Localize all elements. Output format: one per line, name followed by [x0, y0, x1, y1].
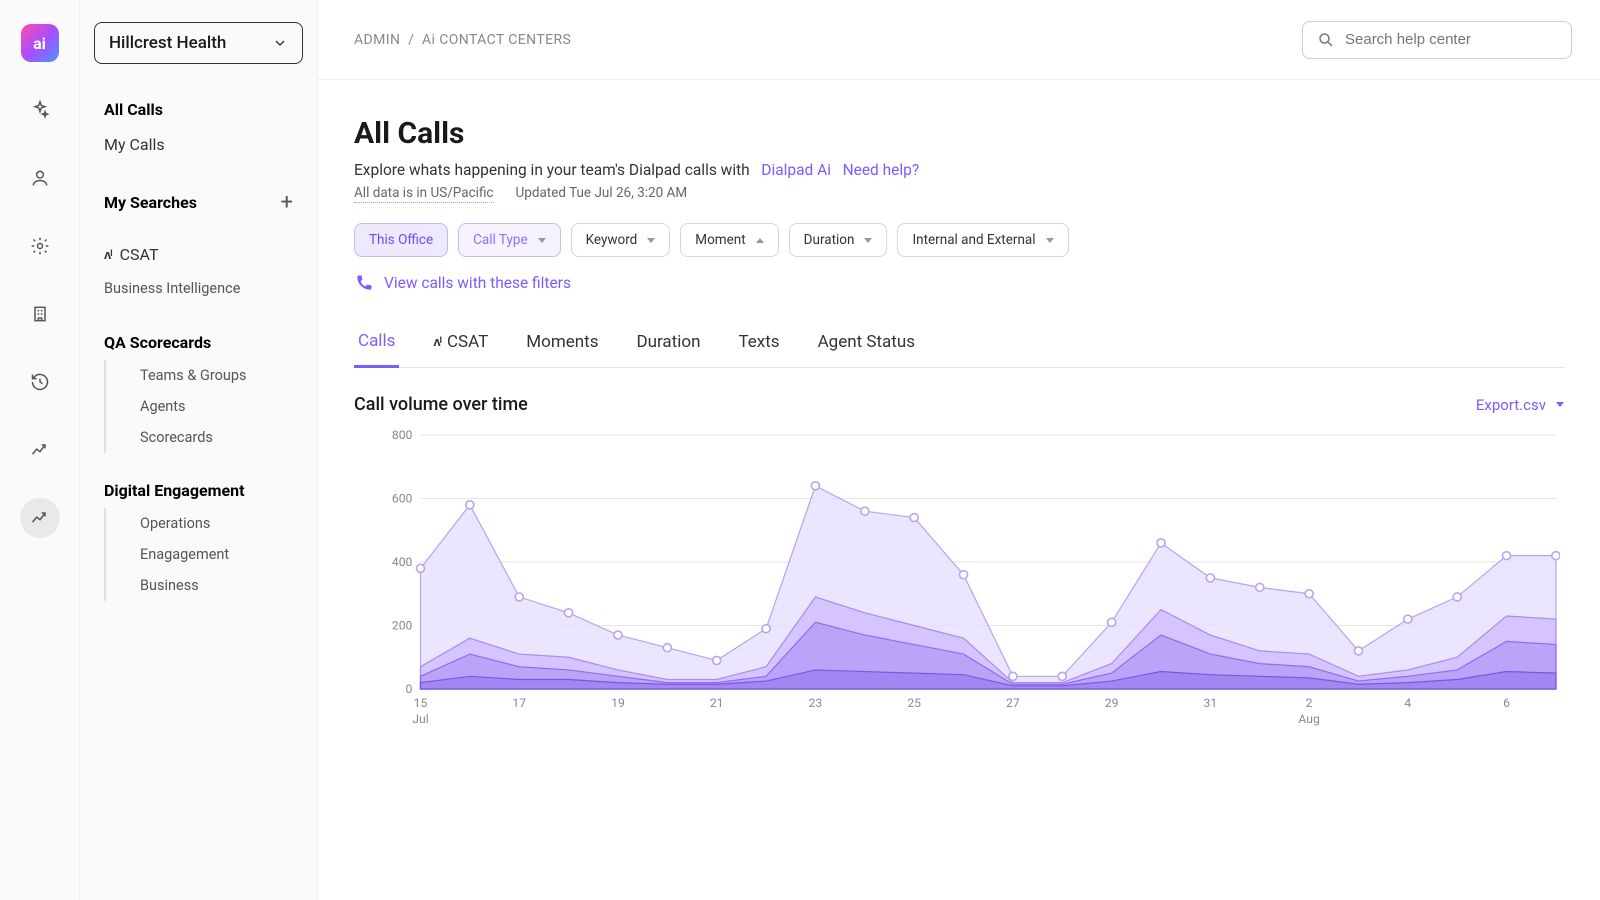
- svg-text:Jul: Jul: [412, 712, 428, 726]
- sidebar-all-calls[interactable]: All Calls: [80, 92, 317, 127]
- building-icon[interactable]: [20, 294, 60, 334]
- svg-text:Aug: Aug: [1298, 712, 1319, 726]
- page-subtitle: Explore whats happening in your team's D…: [354, 161, 1564, 179]
- sidebar: Hillcrest Health All Calls My Calls My S…: [80, 0, 318, 900]
- breadcrumb: ADMIN / Ai CONTACT CENTERS: [354, 32, 571, 48]
- sidebar-qa-agents[interactable]: Agents: [104, 391, 317, 422]
- sidebar-my-calls[interactable]: My Calls: [80, 127, 317, 162]
- svg-text:17: 17: [512, 696, 526, 710]
- updated-label: Updated Tue Jul 26, 3:20 AM: [516, 185, 688, 203]
- filter-office[interactable]: This Office: [354, 223, 448, 257]
- svg-text:2: 2: [1306, 696, 1313, 710]
- svg-text:21: 21: [710, 696, 724, 710]
- trend-icon[interactable]: [20, 430, 60, 470]
- org-name: Hillcrest Health: [109, 33, 226, 53]
- caret-down-icon: [1046, 238, 1054, 243]
- svg-text:6: 6: [1503, 696, 1510, 710]
- timezone-label[interactable]: All data is in US/Pacific: [354, 185, 494, 203]
- user-icon[interactable]: [20, 158, 60, 198]
- tab-duration[interactable]: Duration: [632, 321, 704, 367]
- filter-scope[interactable]: Internal and External: [897, 223, 1068, 257]
- filter-duration[interactable]: Duration: [789, 223, 888, 257]
- search-box[interactable]: [1302, 21, 1572, 59]
- caret-down-icon: [864, 238, 872, 243]
- sidebar-bi[interactable]: Business Intelligence: [80, 272, 317, 305]
- breadcrumb-admin[interactable]: ADMIN: [354, 32, 400, 48]
- sidebar-de-biz[interactable]: Business: [104, 570, 317, 601]
- sidebar-qa-teams[interactable]: Teams & Groups: [104, 360, 317, 391]
- caret-up-icon: [756, 238, 764, 243]
- sidebar-my-searches[interactable]: My Searches +: [80, 182, 317, 223]
- sidebar-de-header: Digital Engagement: [80, 473, 317, 508]
- svg-text:15: 15: [414, 696, 428, 710]
- svg-text:31: 31: [1204, 696, 1218, 710]
- svg-text:400: 400: [392, 555, 413, 569]
- chevron-down-icon: [272, 35, 288, 51]
- analytics-icon[interactable]: [20, 498, 60, 538]
- filter-moment[interactable]: Moment: [680, 223, 778, 257]
- caret-down-icon: [647, 238, 655, 243]
- svg-text:23: 23: [809, 696, 823, 710]
- tab-moments[interactable]: Moments: [522, 321, 602, 367]
- tabs: Calls ᴧᴵCSAT Moments Duration Texts Agen…: [354, 321, 1564, 368]
- history-icon[interactable]: [20, 362, 60, 402]
- view-calls-link[interactable]: View calls with these filters: [354, 273, 1564, 293]
- caret-down-icon: [1556, 402, 1564, 407]
- svg-text:800: 800: [392, 429, 413, 442]
- plus-icon[interactable]: +: [281, 190, 293, 215]
- filter-calltype[interactable]: Call Type: [458, 223, 561, 257]
- export-csv[interactable]: Export.csv: [1476, 396, 1564, 414]
- svg-text:600: 600: [392, 492, 413, 506]
- sidebar-de-ops[interactable]: Operations: [104, 508, 317, 539]
- tab-agent-status[interactable]: Agent Status: [814, 321, 919, 367]
- dialpad-ai-link[interactable]: Dialpad Ai: [761, 161, 831, 179]
- icon-rail: ai: [0, 0, 80, 900]
- svg-text:29: 29: [1105, 696, 1119, 710]
- ai-icon: ᴧᴵ: [104, 247, 112, 263]
- sparkle-icon[interactable]: [20, 90, 60, 130]
- svg-text:0: 0: [406, 682, 413, 696]
- org-selector[interactable]: Hillcrest Health: [94, 22, 303, 64]
- search-input[interactable]: [1345, 31, 1557, 48]
- breadcrumb-section[interactable]: Ai CONTACT CENTERS: [422, 32, 571, 48]
- sidebar-qa-header: QA Scorecards: [80, 325, 317, 360]
- tab-texts[interactable]: Texts: [734, 321, 783, 367]
- phone-icon: [354, 273, 374, 293]
- svg-text:200: 200: [392, 619, 413, 633]
- tab-calls[interactable]: Calls: [354, 321, 399, 368]
- ai-icon: ᴧᴵ: [433, 334, 441, 350]
- need-help-link[interactable]: Need help?: [843, 161, 920, 179]
- svg-text:27: 27: [1006, 696, 1020, 710]
- sidebar-de-eng[interactable]: Enagagement: [104, 539, 317, 570]
- gear-icon[interactable]: [20, 226, 60, 266]
- sidebar-csat[interactable]: ᴧᴵ CSAT: [80, 237, 317, 272]
- call-volume-chart: 0 200 400 600 800 15 17 19 21 23 25 27 29 31 2 4 6 Jul Aug: [384, 429, 1560, 729]
- filter-keyword[interactable]: Keyword: [571, 223, 671, 257]
- caret-down-icon: [538, 238, 546, 243]
- topbar: ADMIN / Ai CONTACT CENTERS: [318, 0, 1600, 80]
- svg-text:25: 25: [907, 696, 921, 710]
- chart-title: Call volume over time: [354, 394, 528, 415]
- tab-csat[interactable]: ᴧᴵCSAT: [429, 321, 492, 367]
- svg-text:19: 19: [611, 696, 625, 710]
- svg-text:4: 4: [1404, 696, 1411, 710]
- page-title: All Calls: [354, 116, 1564, 151]
- app-logo: ai: [21, 24, 59, 62]
- sidebar-qa-scorecards[interactable]: Scorecards: [104, 422, 317, 453]
- search-icon: [1317, 31, 1335, 49]
- filter-bar: This Office Call Type Keyword Moment Dur…: [354, 223, 1564, 257]
